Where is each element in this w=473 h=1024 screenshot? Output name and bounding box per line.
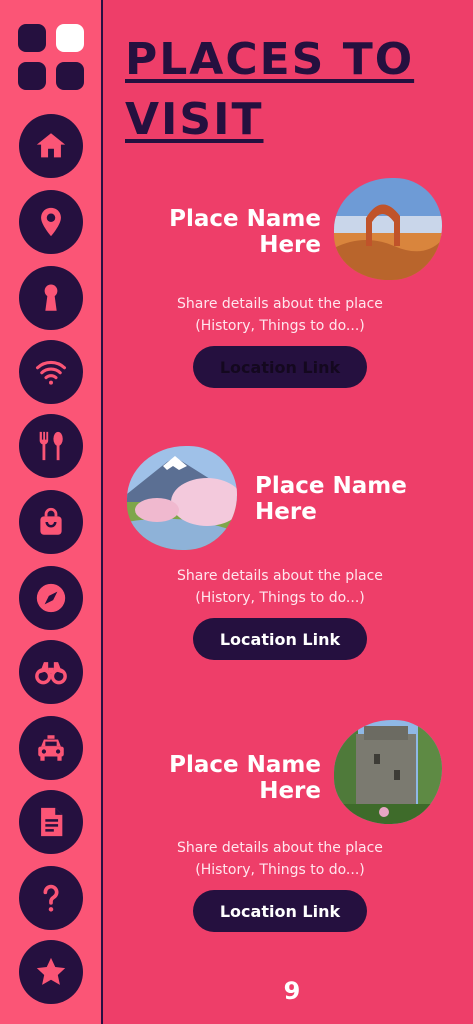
place-details-2-line-1: Share details about the place — [177, 568, 383, 584]
place-details-3-line-1: Share details about the place — [177, 840, 383, 856]
page-title: PLACES TO VISIT — [125, 30, 455, 150]
place-name-3: Place Name Here — [145, 752, 321, 804]
home-icon[interactable] — [19, 114, 83, 178]
place-name-3-line-1: Place Name — [169, 752, 321, 778]
place-details-3-line-2: (History, Things to do...) — [195, 862, 365, 878]
place-name-1-line-2: Here — [259, 232, 321, 258]
place-details-1: Share details about the place (History, … — [145, 293, 415, 337]
document-icon[interactable] — [19, 790, 83, 854]
place-name-1: Place Name Here — [145, 206, 321, 258]
place-photo-2 — [127, 446, 237, 550]
wifi-icon[interactable] — [19, 340, 83, 404]
location-pin-icon[interactable] — [19, 190, 83, 254]
place-name-3-line-2: Here — [259, 778, 321, 804]
star-icon[interactable] — [19, 940, 83, 1004]
binoculars-icon[interactable] — [19, 640, 83, 704]
page-title-line-1: PLACES TO — [125, 34, 415, 85]
apps-grid-icon[interactable] — [18, 24, 84, 90]
place-photo-3 — [334, 720, 442, 824]
place-details-1-line-2: (History, Things to do...) — [195, 318, 365, 334]
place-name-2: Place Name Here — [255, 473, 425, 525]
page-number: 9 — [283, 977, 301, 1005]
place-details-3: Share details about the place (History, … — [145, 837, 415, 881]
place-name-1-line-1: Place Name — [169, 206, 321, 232]
place-details-1-line-1: Share details about the place — [177, 296, 383, 312]
fork-spoon-icon[interactable] — [19, 414, 83, 478]
location-link-button-1[interactable]: Location Link — [193, 346, 367, 388]
location-link-button-2[interactable]: Location Link — [193, 618, 367, 660]
shopping-bag-icon[interactable] — [19, 490, 83, 554]
location-link-button-3[interactable]: Location Link — [193, 890, 367, 932]
sidebar — [0, 0, 103, 1024]
question-icon[interactable] — [19, 866, 83, 930]
place-name-2-line-2: Here — [255, 499, 317, 525]
keyhole-icon[interactable] — [19, 266, 83, 330]
place-details-2-line-2: (History, Things to do...) — [195, 590, 365, 606]
place-photo-1 — [334, 178, 442, 280]
compass-icon[interactable] — [19, 566, 83, 630]
place-name-2-line-1: Place Name — [255, 473, 407, 499]
main-content: PLACES TO VISIT Place Name Here Share de… — [105, 0, 473, 1024]
taxi-icon[interactable] — [19, 716, 83, 780]
place-details-2: Share details about the place (History, … — [145, 565, 415, 609]
page-title-line-2: VISIT — [125, 94, 264, 145]
